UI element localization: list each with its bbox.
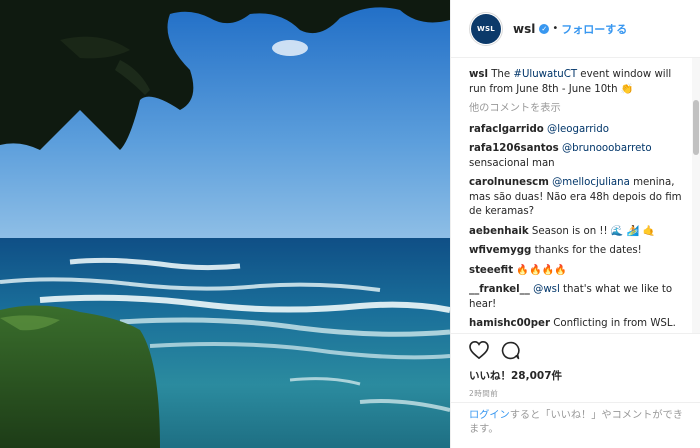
verified-badge-icon: ✓ [539,23,550,34]
comment-text: 🔥🔥🔥🔥 [513,264,568,276]
comment-mention-link[interactable]: @leogarrido [547,124,609,135]
avatar-ring[interactable]: WSL [469,11,503,46]
comment-username[interactable]: rafaclgarrido [469,124,544,135]
post-username[interactable]: wsl [513,22,535,36]
post-timestamp: 2時間前 [469,389,499,398]
post-header: WSL wsl ✓ • フォローする [451,0,700,58]
post-photo[interactable] [0,0,450,448]
comment-item: aebenhaik Season is on !! 🌊 🏄 🤙 [469,225,687,240]
action-icons [469,340,683,364]
comment-username[interactable]: hamishc00per [469,318,550,329]
likes-count[interactable]: いいね！28,007件 [469,368,683,383]
follow-button[interactable]: フォローする [561,21,627,37]
comment-item: rafa1206santos @brunooobarreto sensacion… [469,142,687,171]
separator-dot: • [552,23,559,34]
heart-icon[interactable] [469,340,489,363]
instagram-post-modal: WSL wsl ✓ • フォローする wsl The #UluwatuCT ev… [0,0,700,448]
avatar-logo-text: WSL [476,24,496,33]
comment-item: hamishc00per Conflicting in from WSL. As… [469,317,687,333]
comment-text: Season is on !! 🌊 🏄 🤙 [528,225,656,237]
login-prompt: ログインすると「いいね！」やコメントができます。 [451,402,700,448]
comment-item: __frankel__ @wsl that's what we like to … [469,283,687,312]
caption-text-before: The [487,69,514,80]
comment-username[interactable]: __frankel__ [469,284,530,295]
comment-mention-link[interactable]: @brunooobarreto [562,143,652,154]
ocean-photo [0,0,450,448]
comment-username[interactable]: carolnunescm [469,177,549,188]
comment-text: sensacional man [469,157,555,169]
load-more-comments-link[interactable]: 他のコメントを表示 [469,102,687,117]
comment-mention-link[interactable]: @wsl [533,284,560,295]
caption-username[interactable]: wsl [469,69,488,80]
comment-username[interactable]: rafa1206santos [469,143,559,154]
comment-item: steeefit 🔥🔥🔥🔥 [469,264,687,279]
verified-checkmark: ✓ [541,24,548,33]
comment-text: thanks for the dates! [531,245,642,256]
comment-item: rafaclgarrido @leogarrido [469,123,687,138]
comment-username[interactable]: steeefit [469,265,513,276]
post-actions: いいね！28,007件 2時間前 [451,333,700,399]
comment-item: wfivemygg thanks for the dates! [469,244,687,259]
comment-username[interactable]: wfivemygg [469,245,531,256]
login-link[interactable]: ログイン [469,410,510,421]
caption: wsl The #UluwatuCT event window will run… [469,68,687,97]
comment-mention-link[interactable]: @mellocjuliana [552,177,630,188]
comment-username[interactable]: aebenhaik [469,226,529,237]
comment-icon[interactable] [501,341,520,364]
caption-hashtag-link[interactable]: #UluwatuCT [513,69,577,80]
post-side-panel: WSL wsl ✓ • フォローする wsl The #UluwatuCT ev… [450,0,700,448]
comment-item: carolnunescm @mellocjuliana menina, mas … [469,176,687,220]
comments-list: wsl The #UluwatuCT event window will run… [451,58,700,333]
avatar[interactable]: WSL [471,13,501,44]
